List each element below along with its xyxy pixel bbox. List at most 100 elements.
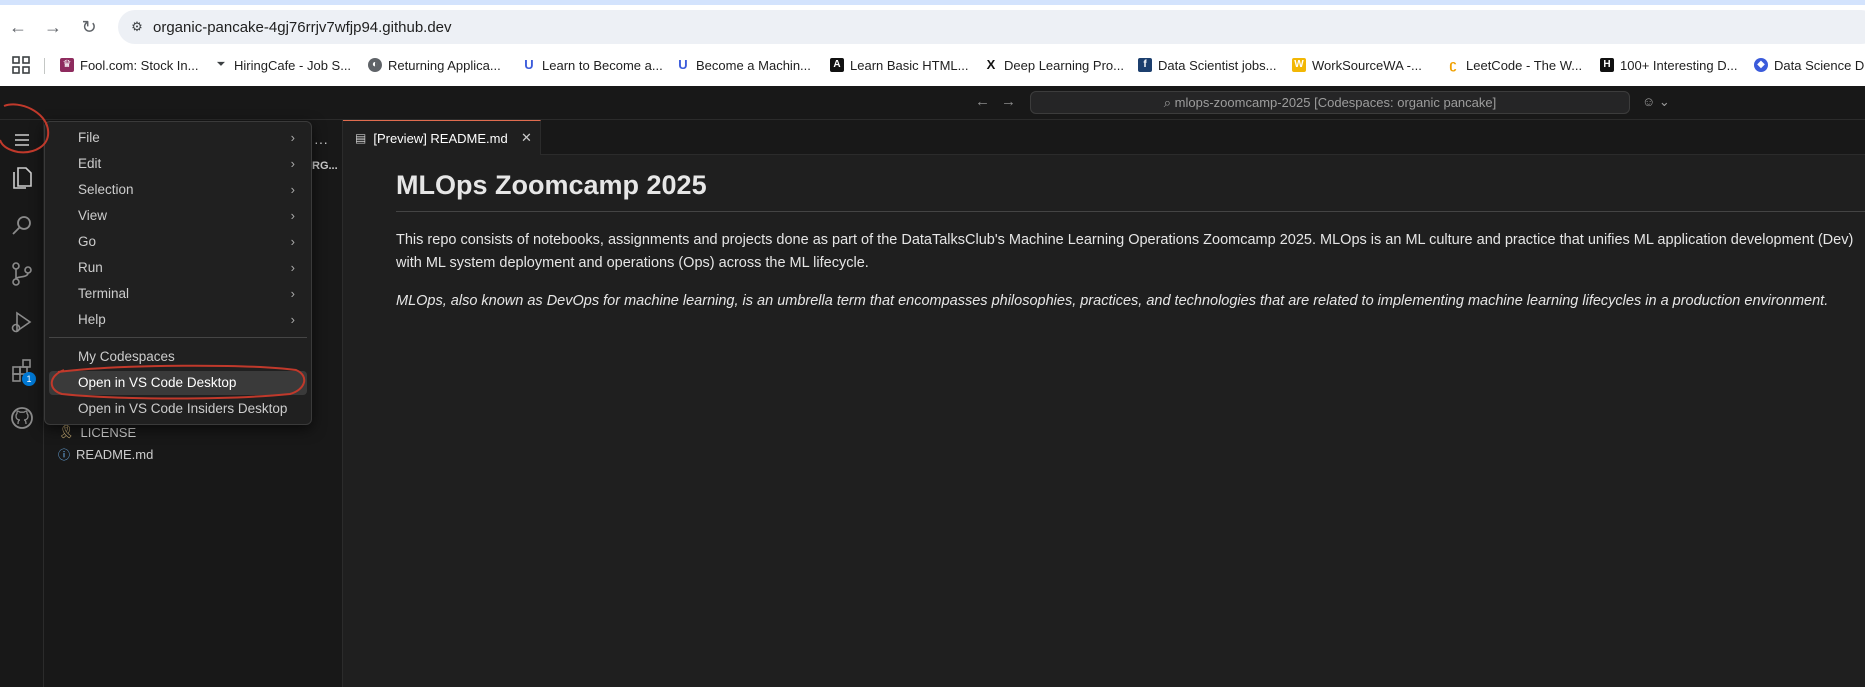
w-icon: W bbox=[1292, 58, 1306, 72]
run-debug-icon[interactable] bbox=[6, 306, 38, 338]
bookmark-item[interactable]: X Deep Learning Pro... bbox=[984, 55, 1124, 75]
menu-icon[interactable] bbox=[6, 124, 38, 156]
menu-item-my-codespaces[interactable]: My Codespaces bbox=[49, 345, 307, 369]
menu-item-open-insiders-desktop[interactable]: Open in VS Code Insiders Desktop bbox=[49, 397, 307, 421]
explorer-folder-header[interactable]: RG... bbox=[312, 160, 338, 172]
chevron-right-icon: › bbox=[290, 260, 295, 275]
browser-chrome: ← → ↻ ⚙ organic-pancake-4gj76rrjv7wfjp94… bbox=[0, 0, 1865, 86]
menu-item-view[interactable]: View › bbox=[49, 204, 307, 228]
copilot-icon[interactable]: ☺ ⌄ bbox=[1642, 94, 1670, 110]
preview-icon: ▤ bbox=[355, 131, 367, 145]
apps-grid-icon[interactable] bbox=[12, 56, 30, 74]
file-label: README.md bbox=[76, 446, 154, 462]
udacity-icon: U bbox=[524, 57, 534, 72]
x-icon: X bbox=[986, 57, 996, 72]
vscode-titlebar: ← → ⌕ mlops-zoomcamp-2025 [Codespaces: o… bbox=[0, 86, 1865, 120]
go-forward-icon[interactable]: → bbox=[1001, 93, 1016, 110]
menu-label: My Codespaces bbox=[78, 349, 175, 364]
bookmark-label: Fool.com: Stock In... bbox=[80, 57, 199, 73]
tab-readme-preview[interactable]: ▤ [Preview] README.md ✕ bbox=[343, 120, 541, 155]
preview-title: MLOps Zoomcamp 2025 bbox=[396, 170, 1865, 212]
h-icon: H bbox=[1600, 58, 1614, 72]
markdown-preview: MLOps Zoomcamp 2025 This repo consists o… bbox=[396, 170, 1865, 328]
bookmark-label: 100+ Interesting D... bbox=[1620, 57, 1738, 73]
bookmark-label: WorkSourceWA -... bbox=[1312, 57, 1422, 73]
bookmark-item[interactable]: ⏷ HiringCafe - Job S... bbox=[214, 55, 351, 75]
globe-icon: ◐ bbox=[368, 58, 382, 72]
explorer-icon[interactable] bbox=[6, 162, 38, 194]
search-icon: ⌕ bbox=[1163, 95, 1175, 110]
bookmark-label: Deep Learning Pro... bbox=[1004, 57, 1124, 73]
menu-item-edit[interactable]: Edit › bbox=[49, 152, 307, 176]
chevron-right-icon: › bbox=[290, 208, 295, 223]
menu-item-file[interactable]: File › bbox=[49, 126, 307, 150]
menu-item-open-vscode-desktop[interactable]: Open in VS Code Desktop bbox=[49, 371, 307, 395]
go-back-icon[interactable]: ← bbox=[975, 93, 990, 110]
menu-label: Open in VS Code Desktop bbox=[78, 375, 237, 390]
file-item-readme[interactable]: ⓘ README.md bbox=[58, 444, 153, 464]
more-actions-icon[interactable]: ··· bbox=[314, 134, 328, 150]
bookmark-label: Learn to Become a... bbox=[542, 57, 663, 73]
chevron-right-icon: › bbox=[290, 234, 295, 249]
html-icon: A bbox=[830, 58, 844, 72]
navigation-row: ← → ↻ ⚙ organic-pancake-4gj76rrjv7wfjp94… bbox=[0, 7, 1865, 47]
menu-item-terminal[interactable]: Terminal › bbox=[49, 282, 307, 306]
menu-label: Open in VS Code Insiders Desktop bbox=[78, 401, 288, 416]
menu-label: Go bbox=[78, 234, 97, 249]
github-icon[interactable] bbox=[6, 402, 38, 434]
menu-item-run[interactable]: Run › bbox=[49, 256, 307, 280]
menu-item-go[interactable]: Go › bbox=[49, 230, 307, 254]
bookmark-item[interactable]: f Data Scientist jobs... bbox=[1138, 55, 1277, 75]
back-icon[interactable]: ← bbox=[6, 15, 30, 39]
menu-item-selection[interactable]: Selection › bbox=[49, 178, 307, 202]
tab-strip bbox=[0, 0, 1865, 5]
bookmark-label: Data Scientist jobs... bbox=[1158, 57, 1277, 73]
info-icon: ⓘ bbox=[58, 447, 71, 462]
menu-label: Help bbox=[78, 312, 106, 327]
bookmark-item[interactable]: ʗ LeetCode - The W... bbox=[1446, 55, 1582, 75]
bookmark-item[interactable]: ◐ Returning Applica... bbox=[368, 55, 501, 75]
editor-tab-bar: ▤ [Preview] README.md ✕ bbox=[343, 120, 1865, 155]
preview-paragraph: This repo consists of notebooks, assignm… bbox=[396, 232, 1854, 271]
bookmark-item[interactable]: U Become a Machin... bbox=[676, 55, 811, 75]
close-icon[interactable]: ✕ bbox=[521, 130, 532, 146]
menu-label: Run bbox=[78, 260, 103, 275]
leetcode-icon: ʗ bbox=[1449, 57, 1457, 72]
url-text: organic-pancake-4gj76rrjv7wfjp94.github.… bbox=[153, 19, 452, 36]
bookmark-item[interactable]: ♛ Fool.com: Stock In... bbox=[60, 55, 199, 75]
menu-separator bbox=[49, 337, 307, 338]
bookmark-label: HiringCafe - Job S... bbox=[234, 57, 352, 73]
bookmark-item[interactable]: W WorkSourceWA -... bbox=[1292, 55, 1422, 75]
site-settings-icon[interactable]: ⚙ bbox=[128, 18, 146, 36]
command-center-text: mlops-zoomcamp-2025 [Codespaces: organic… bbox=[1174, 95, 1497, 110]
reload-icon[interactable]: ↻ bbox=[77, 15, 101, 39]
bookmark-item[interactable]: ◆ Data Science Dr... bbox=[1754, 55, 1865, 75]
bookmarks-bar: ♛ Fool.com: Stock In... ⏷ HiringCafe - J… bbox=[0, 50, 1865, 80]
editor-area: ▤ [Preview] README.md ✕ MLOps Zoomcamp 2… bbox=[343, 120, 1865, 687]
menu-label: Terminal bbox=[78, 286, 130, 301]
file-item-license[interactable]: 🎗 LICENSE bbox=[58, 422, 136, 442]
bookmark-item[interactable]: U Learn to Become a... bbox=[522, 55, 663, 75]
source-control-icon[interactable] bbox=[6, 258, 38, 290]
menu-item-help[interactable]: Help › bbox=[49, 308, 307, 332]
extensions-badge: 1 bbox=[22, 372, 36, 386]
chevron-right-icon: › bbox=[290, 182, 295, 197]
menu-label: File bbox=[78, 130, 100, 145]
tab-label: [Preview] README.md bbox=[373, 130, 508, 146]
bookmark-item[interactable]: A Learn Basic HTML... bbox=[830, 55, 969, 75]
menu-label: Selection bbox=[78, 182, 134, 197]
bookmark-label: Returning Applica... bbox=[388, 57, 501, 73]
chevron-right-icon: › bbox=[290, 130, 295, 145]
filter-icon: ⏷ bbox=[217, 59, 225, 70]
bookmark-item[interactable]: H 100+ Interesting D... bbox=[1600, 55, 1737, 75]
address-bar[interactable]: ⚙ organic-pancake-4gj76rrjv7wfjp94.githu… bbox=[118, 10, 1865, 44]
bookmark-label: LeetCode - The W... bbox=[1466, 57, 1583, 73]
license-icon: 🎗 bbox=[58, 424, 75, 439]
preview-italic-paragraph: MLOps, also known as DevOps for machine … bbox=[396, 293, 1829, 309]
chevron-right-icon: › bbox=[290, 286, 295, 301]
forward-icon[interactable]: → bbox=[41, 15, 65, 39]
application-menu: File › Edit › Selection › View › Go › Run › Te… bbox=[44, 121, 312, 425]
menu-label: Edit bbox=[78, 156, 102, 171]
command-center[interactable]: ⌕ mlops-zoomcamp-2025 [Codespaces: organ… bbox=[1030, 91, 1630, 114]
search-icon[interactable] bbox=[6, 210, 38, 242]
